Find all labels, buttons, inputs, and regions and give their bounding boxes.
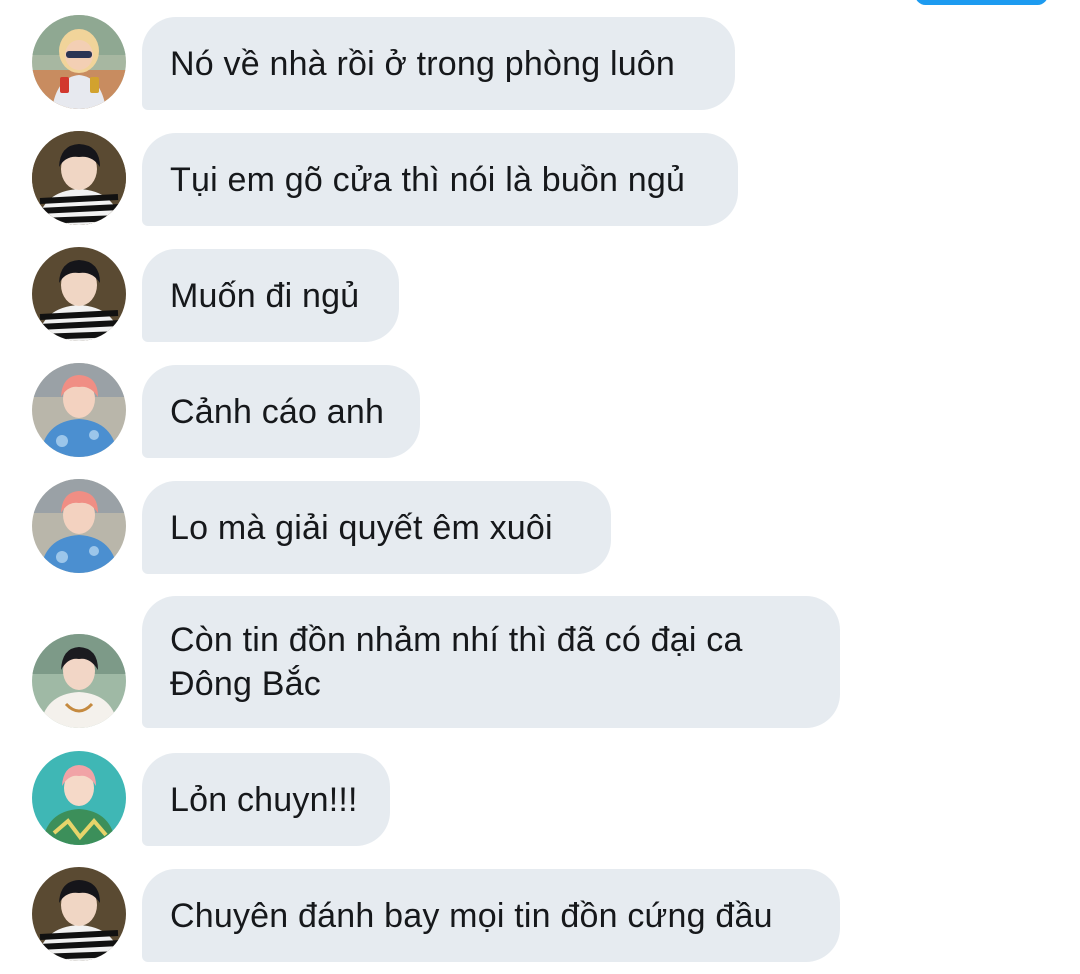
message-bubble: Chuyên đánh bay mọi tin đồn cứng đầu	[142, 869, 840, 962]
avatar-image	[32, 751, 126, 845]
avatar-image	[32, 15, 126, 109]
message-text: Cảnh cáo anh	[170, 392, 385, 431]
avatar-image	[32, 479, 126, 573]
avatar-striped-shirt[interactable]	[32, 867, 126, 961]
message-text: Lỏn chuyn!!!	[170, 780, 358, 819]
message-bubble: Muốn đi ngủ	[142, 249, 399, 342]
avatar-image	[32, 634, 126, 728]
avatar-blond-sunglasses[interactable]	[32, 15, 126, 109]
message-text: Muốn đi ngủ	[170, 276, 360, 315]
message-bubble: Lo mà giải quyết êm xuôi	[142, 481, 611, 574]
avatar-image	[32, 247, 126, 341]
avatar-pink-hair-blue-tie-dye[interactable]	[32, 363, 126, 457]
avatar-striped-shirt[interactable]	[32, 131, 126, 225]
message-list: Nó về nhà rồi ở trong phòng luôn Tụi em …	[0, 0, 1080, 974]
message-text: Lo mà giải quyết êm xuôi	[170, 508, 553, 547]
avatar-image	[32, 867, 126, 961]
message-bubble: Cảnh cáo anh	[142, 365, 420, 458]
avatar-image	[32, 363, 126, 457]
avatar-pink-hair-blue-tie-dye[interactable]	[32, 479, 126, 573]
message-bubble: Nó về nhà rồi ở trong phòng luôn	[142, 17, 735, 110]
message-text: Nó về nhà rồi ở trong phòng luôn	[170, 44, 676, 83]
avatar-image	[32, 131, 126, 225]
message-bubble: Còn tin đồn nhảm nhí thì đã có đại ca Đô…	[142, 596, 840, 728]
avatar-pink-hair-teal-background[interactable]	[32, 751, 126, 845]
message-bubble: Tụi em gõ cửa thì nói là buồn ngủ	[142, 133, 738, 226]
message-text: Tụi em gõ cửa thì nói là buồn ngủ	[170, 160, 686, 199]
avatar-striped-shirt[interactable]	[32, 247, 126, 341]
message-text: Chuyên đánh bay mọi tin đồn cứng đầu	[170, 896, 773, 935]
avatar-dark-hair-white-shirt[interactable]	[32, 634, 126, 728]
message-bubble: Lỏn chuyn!!!	[142, 753, 390, 846]
message-text: Còn tin đồn nhảm nhí thì đã có đại ca Đô…	[170, 621, 743, 703]
